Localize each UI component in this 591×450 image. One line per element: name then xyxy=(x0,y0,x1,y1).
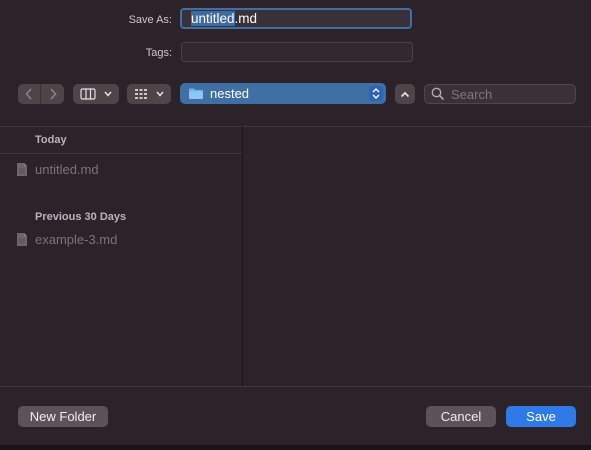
save-as-field[interactable]: untitled .md xyxy=(180,8,412,29)
window-bottom-edge xyxy=(0,445,591,450)
save-button[interactable]: Save xyxy=(506,406,576,427)
preview-column xyxy=(243,127,591,386)
cancel-button[interactable]: Cancel xyxy=(426,406,496,427)
search-field[interactable]: Search xyxy=(424,84,576,104)
tags-label: Tags: xyxy=(145,47,172,59)
forward-button[interactable] xyxy=(41,84,64,104)
file-name: example-3.md xyxy=(35,232,118,247)
chevron-left-icon xyxy=(25,88,32,100)
column-view-icon xyxy=(80,88,96,100)
search-placeholder: Search xyxy=(451,86,493,102)
file-name: untitled.md xyxy=(35,162,99,177)
chevron-up-icon xyxy=(400,91,410,97)
location-label: nested xyxy=(210,86,250,101)
today-header-divider xyxy=(0,153,242,154)
grid-icon xyxy=(135,89,148,99)
back-forward-control xyxy=(18,84,64,104)
location-stepper-icon xyxy=(369,86,383,101)
document-icon xyxy=(17,163,27,176)
collapse-browser-button[interactable] xyxy=(395,84,415,104)
folder-icon xyxy=(189,88,203,99)
section-header-today: Today xyxy=(35,134,67,146)
save-as-extension-text: .md xyxy=(234,11,258,26)
chevron-down-icon xyxy=(104,91,112,97)
save-as-label: Save As: xyxy=(128,14,172,26)
chevron-down-icon xyxy=(156,91,164,97)
location-popup[interactable]: nested xyxy=(180,83,386,104)
new-folder-button[interactable]: New Folder xyxy=(18,406,108,427)
search-icon xyxy=(431,87,445,101)
chevron-right-icon xyxy=(49,88,57,100)
back-button[interactable] xyxy=(18,84,41,104)
group-by-popup[interactable] xyxy=(127,84,171,104)
document-icon xyxy=(17,233,27,246)
footer-divider xyxy=(0,386,591,387)
view-mode-popup[interactable] xyxy=(73,84,119,104)
tags-field[interactable] xyxy=(181,42,413,62)
file-item-untitled[interactable]: untitled.md xyxy=(16,162,99,177)
section-header-previous-30-days: Previous 30 Days xyxy=(35,211,127,223)
file-item-example-3[interactable]: example-3.md xyxy=(16,232,117,247)
save-as-selected-text: untitled xyxy=(191,11,235,26)
